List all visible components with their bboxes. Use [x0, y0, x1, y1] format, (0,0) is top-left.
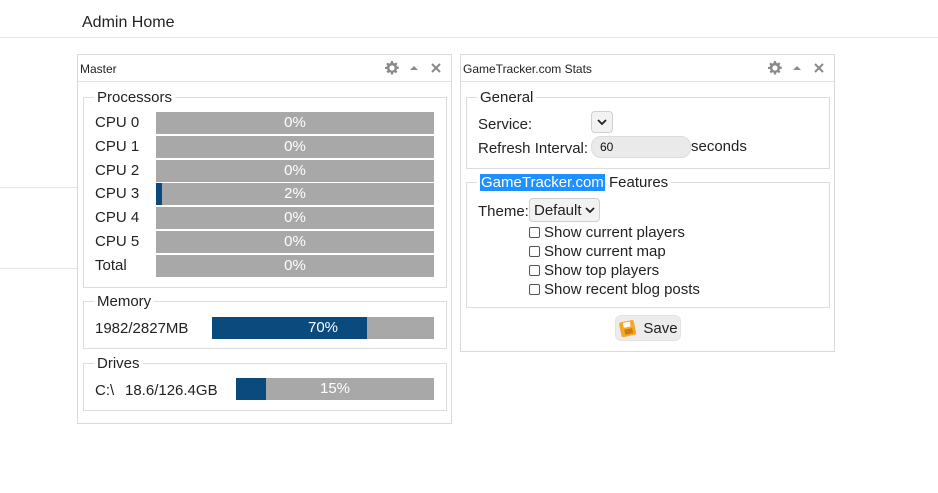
cpu-row: CPU 2 0% — [95, 159, 434, 182]
cpu-row: CPU 0 0% — [95, 112, 434, 134]
general-legend: General — [480, 89, 534, 106]
chevron-down-icon — [584, 207, 595, 214]
drive-bar: 15% — [236, 378, 434, 400]
cpu-label: CPU 5 — [95, 233, 140, 250]
cpu-percent: 2% — [284, 185, 306, 203]
refresh-interval-label: Refresh Interval: — [478, 140, 589, 157]
widget-header: GameTracker.com Stats — [461, 55, 834, 82]
cpu-row: CPU 3 2% — [95, 183, 434, 206]
master-widget: Master Processors Memory 1982/2827MB 70%… — [77, 54, 452, 424]
widget-header: Master — [78, 55, 451, 82]
page-title: Admin Home — [82, 14, 175, 31]
theme-select[interactable]: Default — [529, 198, 600, 222]
gear-icon[interactable] — [768, 61, 782, 75]
service-label: Service: — [478, 116, 533, 133]
cpu-label: CPU 1 — [95, 137, 140, 155]
feature-checkbox[interactable] — [529, 227, 540, 238]
close-icon[interactable] — [429, 61, 443, 75]
cpu-label: CPU 3 — [95, 185, 140, 203]
cpu-row: CPU 5 0% — [95, 231, 434, 253]
cpu-percent: 0% — [284, 209, 306, 227]
refresh-interval-input[interactable] — [591, 136, 691, 158]
feature-option[interactable]: Show current map — [529, 242, 666, 261]
feature-option-label: Show current players — [544, 224, 685, 241]
cpu-bar: 0% — [156, 231, 434, 253]
feature-option[interactable]: Show recent blog posts — [529, 280, 700, 299]
feature-checkbox[interactable] — [529, 246, 540, 257]
cpu-row: Total 0% — [95, 254, 434, 277]
close-icon[interactable] — [812, 61, 826, 75]
memory-label: 1982/2827MB — [95, 320, 189, 337]
theme-label: Theme: — [478, 203, 529, 220]
feature-option[interactable]: Show current players — [529, 223, 685, 242]
save-button[interactable]: Save — [615, 315, 681, 341]
cpu-percent: 0% — [284, 114, 306, 131]
gear-icon[interactable] — [385, 61, 399, 75]
features-legend: GameTracker.com Features — [477, 174, 671, 191]
features-legend-suffix: Features — [604, 174, 669, 191]
widget-title: Master — [80, 62, 117, 76]
widget-title: GameTracker.com Stats — [463, 62, 592, 76]
cpu-bar: 0% — [156, 135, 434, 158]
cpu-percent: 0% — [284, 233, 306, 250]
feature-option-label: Show top players — [544, 262, 660, 279]
collapse-icon[interactable] — [407, 61, 421, 75]
cpu-label: Total — [95, 256, 127, 274]
theme-select-value: Default — [534, 201, 582, 219]
cpu-label: CPU 0 — [95, 114, 140, 131]
cpu-bar: 0% — [156, 207, 434, 230]
processors-legend: Processors — [97, 89, 173, 106]
cpu-bar: 0% — [156, 112, 434, 134]
feature-checkbox[interactable] — [529, 265, 540, 276]
save-disk-icon — [619, 320, 637, 338]
service-select[interactable] — [591, 111, 613, 133]
cpu-bar: 0% — [156, 254, 434, 277]
cpu-row: CPU 1 0% — [95, 135, 434, 158]
cpu-row: CPU 4 0% — [95, 207, 434, 230]
cpu-bar: 0% — [156, 159, 434, 182]
drive-percent: 15% — [319, 380, 351, 397]
feature-option[interactable]: Show top players — [529, 261, 659, 280]
memory-bar: 70% — [212, 317, 434, 339]
cpu-label: CPU 4 — [95, 209, 140, 227]
save-label: Save — [643, 319, 678, 337]
feature-option-label: Show current map — [544, 243, 666, 260]
memory-percent: 70% — [307, 319, 339, 336]
refresh-unit-label: seconds — [691, 138, 747, 155]
cpu-bar: 2% — [156, 183, 434, 206]
cpu-percent: 0% — [284, 161, 306, 179]
drives-legend: Drives — [97, 355, 140, 372]
drive-name: C:\ — [95, 382, 115, 399]
side-divider — [0, 268, 78, 269]
top-divider — [0, 37, 938, 38]
drive-usage: 18.6/126.4GB — [125, 382, 218, 399]
chevron-down-icon — [597, 119, 607, 126]
memory-legend: Memory — [97, 293, 152, 310]
cpu-label: CPU 2 — [95, 161, 140, 179]
gametracker-link[interactable]: GameTracker.com — [480, 174, 605, 191]
gametracker-widget: GameTracker.com Stats General Service: R… — [460, 54, 835, 352]
cpu-percent: 0% — [284, 256, 306, 274]
collapse-icon[interactable] — [790, 61, 804, 75]
side-divider — [0, 187, 78, 188]
feature-checkbox[interactable] — [529, 284, 540, 295]
feature-option-label: Show recent blog posts — [544, 281, 700, 298]
cpu-percent: 0% — [284, 137, 306, 155]
